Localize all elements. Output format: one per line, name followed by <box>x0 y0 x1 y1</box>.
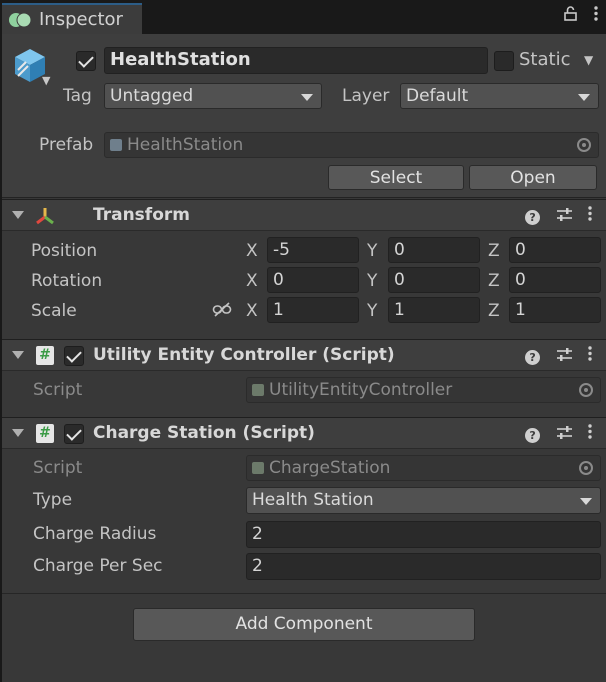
charge-script-field[interactable]: ChargeStation <box>246 455 601 481</box>
chevron-down-icon <box>580 498 592 505</box>
utility-enabled-checkbox[interactable] <box>64 346 84 366</box>
charge-per-sec-input[interactable]: 2 <box>246 553 601 580</box>
add-component-button[interactable]: Add Component <box>133 608 475 641</box>
position-x-label[interactable]: X <box>246 241 258 261</box>
position-y-label[interactable]: Y <box>367 241 377 261</box>
prefab-label: Prefab <box>39 135 94 155</box>
preset-icon[interactable] <box>556 426 572 443</box>
layer-dropdown[interactable]: Default <box>400 83 599 109</box>
chevron-down-icon <box>301 94 313 101</box>
object-picker-icon[interactable] <box>577 138 591 152</box>
rotation-x-label[interactable]: X <box>246 271 258 291</box>
layer-label: Layer <box>342 86 390 106</box>
utility-controller-header[interactable]: # Utility Entity Controller (Script) ? <box>2 339 606 371</box>
kebab-menu-icon[interactable] <box>588 424 592 443</box>
kebab-menu-icon[interactable] <box>588 206 592 225</box>
scale-x-label[interactable]: X <box>246 301 258 321</box>
charge-station-title: Charge Station (Script) <box>93 423 315 443</box>
more-icon[interactable] <box>594 6 598 25</box>
tab-strip: Inspector <box>0 0 606 34</box>
scale-y-input[interactable]: 1 <box>388 297 480 323</box>
static-label: Static <box>519 49 571 70</box>
scale-y-label[interactable]: Y <box>367 301 377 321</box>
charge-station-header[interactable]: # Charge Station (Script) ? <box>2 417 606 449</box>
position-y-input[interactable]: 0 <box>388 237 480 263</box>
position-label: Position <box>31 241 98 261</box>
tag-value: Untagged <box>110 86 194 106</box>
divider <box>2 593 606 594</box>
tag-dropdown[interactable]: Untagged <box>104 83 322 109</box>
object-picker-icon[interactable] <box>579 383 593 397</box>
foldout-icon[interactable] <box>12 351 24 359</box>
constrain-proportions-icon[interactable] <box>212 302 232 318</box>
rotation-y-input[interactable]: 0 <box>388 267 480 293</box>
transform-header[interactable]: Transform ? <box>2 199 606 231</box>
transform-title: Transform <box>93 205 190 225</box>
rotation-z-label[interactable]: Z <box>488 271 500 291</box>
help-icon[interactable]: ? <box>525 428 541 443</box>
preset-icon[interactable] <box>556 208 572 225</box>
utility-script-value: UtilityEntityController <box>269 380 453 400</box>
chevron-down-icon <box>578 94 590 101</box>
open-button[interactable]: Open <box>469 165 597 190</box>
position-z-input[interactable]: 0 <box>509 237 601 263</box>
scale-x-input[interactable]: 1 <box>267 297 359 323</box>
inspector-panel: ▼ HealthStation Static ▼ Tag Untagged La… <box>2 34 606 682</box>
active-checkbox[interactable] <box>76 51 96 71</box>
position-z-label[interactable]: Z <box>488 241 500 261</box>
scale-z-input[interactable]: 1 <box>509 297 601 323</box>
foldout-icon[interactable] <box>12 429 24 437</box>
script-mini-icon <box>252 462 264 474</box>
transform-icon <box>36 208 54 225</box>
help-icon[interactable]: ? <box>525 210 541 225</box>
type-value: Health Station <box>252 490 374 510</box>
rotation-z-input[interactable]: 0 <box>509 267 601 293</box>
type-dropdown[interactable]: Health Station <box>246 487 601 514</box>
prefab-value: HealthStation <box>127 135 244 155</box>
scale-label: Scale <box>31 301 77 321</box>
tag-label: Tag <box>63 86 92 106</box>
static-dropdown-icon[interactable]: ▼ <box>584 53 593 67</box>
preset-icon[interactable] <box>556 348 572 365</box>
prefab-field[interactable]: HealthStation <box>104 132 599 158</box>
prefab-mini-icon <box>110 139 122 151</box>
rotation-y-label[interactable]: Y <box>367 271 377 291</box>
static-checkbox[interactable] <box>494 51 514 71</box>
inspector-icon <box>9 12 32 28</box>
type-label: Type <box>33 490 73 510</box>
script-hash-icon: # <box>36 424 54 443</box>
rotation-x-input[interactable]: 0 <box>267 267 359 293</box>
charge-enabled-checkbox[interactable] <box>64 424 84 444</box>
kebab-menu-icon[interactable] <box>588 346 592 365</box>
rotation-label: Rotation <box>31 271 103 291</box>
gameobject-name-input[interactable]: HealthStation <box>104 47 488 74</box>
tab-label: Inspector <box>39 9 123 30</box>
help-icon[interactable]: ? <box>525 350 541 365</box>
charge-radius-label: Charge Radius <box>33 524 157 544</box>
tab-inspector[interactable]: Inspector <box>2 3 142 34</box>
layer-value: Default <box>406 86 469 106</box>
charge-per-sec-label: Charge Per Sec <box>33 556 163 576</box>
charge-script-label: Script <box>33 458 83 478</box>
charge-script-value: ChargeStation <box>269 458 391 478</box>
gameobject-header: ▼ HealthStation Static ▼ Tag Untagged La… <box>2 34 606 198</box>
icon-dropdown-arrow-icon[interactable]: ▼ <box>42 74 50 87</box>
object-picker-icon[interactable] <box>579 461 593 475</box>
charge-radius-input[interactable]: 2 <box>246 521 601 548</box>
position-x-input[interactable]: -5 <box>267 237 359 263</box>
utility-controller-title: Utility Entity Controller (Script) <box>93 345 395 365</box>
utility-script-field[interactable]: UtilityEntityController <box>246 377 601 403</box>
foldout-icon[interactable] <box>12 211 24 219</box>
script-mini-icon <box>252 384 264 396</box>
scale-z-label[interactable]: Z <box>488 301 500 321</box>
select-button[interactable]: Select <box>328 165 464 190</box>
utility-script-label: Script <box>33 380 83 400</box>
script-hash-icon: # <box>36 346 54 365</box>
lock-icon[interactable] <box>564 6 577 25</box>
